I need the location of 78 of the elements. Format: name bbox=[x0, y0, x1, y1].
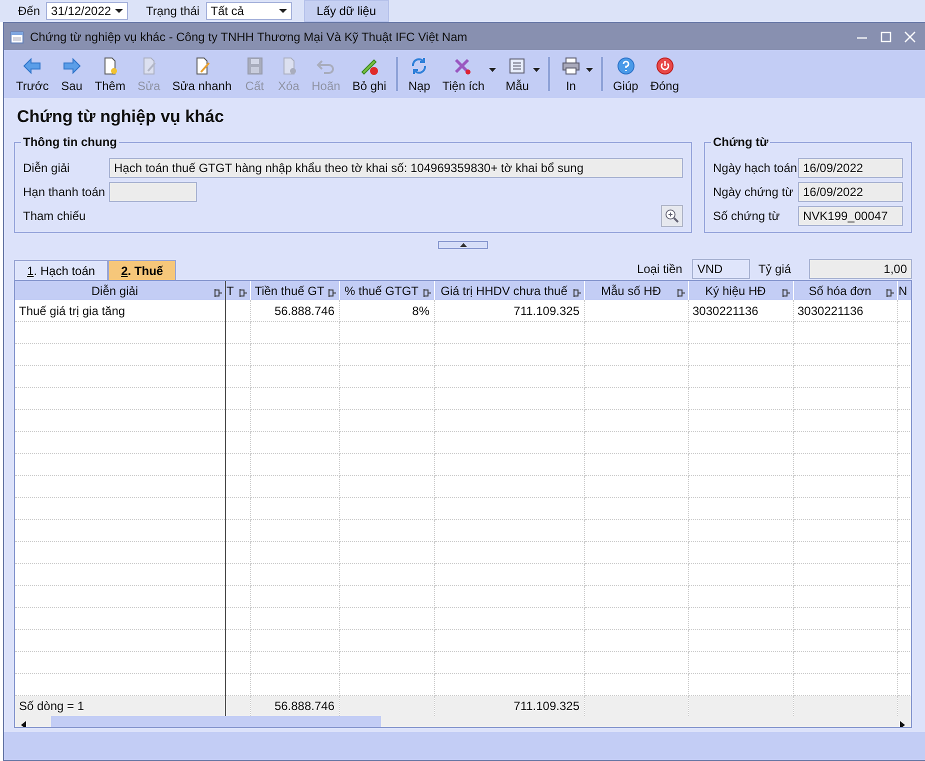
date-dropdown[interactable]: 31/12/2022 bbox=[46, 2, 128, 20]
right-arrow-icon bbox=[60, 56, 83, 76]
pin-icon[interactable] bbox=[676, 288, 684, 296]
left-arrow-icon bbox=[21, 56, 44, 76]
currency-field[interactable]: VND bbox=[692, 259, 750, 279]
row-count: Số dòng = 1 bbox=[15, 696, 225, 716]
pin-icon[interactable] bbox=[422, 288, 430, 296]
pin-icon[interactable] bbox=[214, 288, 222, 296]
help-icon bbox=[614, 56, 637, 76]
field-label: Số chứng từ bbox=[713, 208, 781, 222]
pin-icon[interactable] bbox=[886, 288, 894, 296]
dropdown-arrow-icon[interactable] bbox=[586, 68, 593, 72]
field-label: Ngày hạch toán bbox=[713, 160, 798, 174]
collapse-button[interactable] bbox=[438, 241, 488, 249]
table-cell: 711.109.325 bbox=[434, 300, 584, 322]
caret-icon bbox=[460, 243, 466, 247]
window-title: Chứng từ nghiệp vụ khác - Công ty TNHH Thương Mại Và Kỹ Thuật IFC Việt Nam bbox=[30, 30, 468, 44]
column-header[interactable]: Số hóa đơn bbox=[793, 281, 897, 300]
input-field[interactable]: Hạch toán thuế GTGT hàng nhập khẩu theo tờ khai số: 104969359830+ tờ khai bổ sung bbox=[109, 158, 683, 178]
input-field[interactable]: 16/09/2022 bbox=[798, 182, 903, 202]
column-header[interactable]: Ký hiệu HĐ bbox=[688, 281, 793, 300]
column-header[interactable]: Giá trị HHDV chưa thuế bbox=[434, 281, 584, 300]
summary-cell: 56.888.746 bbox=[250, 696, 339, 716]
toolbar-button[interactable]: Trước bbox=[10, 54, 55, 94]
status-label: Trạng thái bbox=[146, 4, 200, 18]
currency-label: Loại tiền bbox=[636, 262, 682, 276]
table-cell: Thuế giá trị gia tăng bbox=[15, 300, 225, 322]
input-field[interactable]: NVK199_00047 bbox=[798, 206, 903, 226]
toolbar-button[interactable]: Nạp bbox=[402, 54, 436, 94]
column-header[interactable]: T bbox=[225, 281, 250, 300]
table-cell: 8% bbox=[339, 300, 434, 322]
fetch-data-button[interactable]: Lấy dữ liệu bbox=[304, 0, 390, 22]
zoom-in-icon bbox=[664, 208, 680, 224]
toolbar-button[interactable]: Tiện ích bbox=[436, 54, 491, 94]
table-cell: 56.888.746 bbox=[250, 300, 339, 322]
field-label: Diễn giải bbox=[23, 160, 71, 174]
field-label: Ngày chứng từ bbox=[713, 184, 794, 198]
group-title: Chứng từ bbox=[712, 135, 770, 149]
group-title: Thông tin chung bbox=[22, 135, 118, 149]
field-label: Hạn thanh toán bbox=[23, 184, 106, 198]
field-label: Tham chiếu bbox=[23, 208, 87, 222]
toolbar-button[interactable]: Giúp bbox=[606, 54, 644, 94]
toolbar-button[interactable]: Mẫu bbox=[500, 54, 535, 94]
input-field[interactable]: 16/09/2022 bbox=[798, 158, 903, 178]
input-field[interactable] bbox=[109, 182, 197, 202]
dropdown-arrow-icon[interactable] bbox=[532, 68, 540, 72]
toolbar-button[interactable]: Sửa nhanh bbox=[166, 54, 238, 94]
power-icon bbox=[654, 56, 676, 76]
notepad-icon bbox=[10, 30, 24, 44]
maximize-icon[interactable] bbox=[879, 30, 893, 44]
toolbar-button[interactable]: Bỏ ghi bbox=[346, 54, 392, 94]
column-header[interactable]: N bbox=[897, 281, 911, 300]
tab[interactable]: 1. Hạch toán bbox=[14, 260, 108, 280]
table-cell: 3030221136 bbox=[688, 300, 793, 322]
status-dropdown[interactable]: Tất cả bbox=[206, 2, 292, 20]
pin-icon[interactable] bbox=[238, 288, 246, 296]
tab[interactable]: 2. Thuế bbox=[108, 260, 176, 280]
to-label: Đến bbox=[18, 4, 40, 18]
toolbar-button[interactable]: Đóng bbox=[644, 54, 685, 94]
page-title: Chứng từ nghiệp vụ khác bbox=[17, 107, 225, 127]
summary-cell: 711.109.325 bbox=[434, 696, 584, 716]
column-header[interactable]: % thuế GTGT bbox=[339, 281, 434, 300]
rate-label: Tỷ giá bbox=[758, 262, 791, 276]
toolbar-button[interactable]: Sau bbox=[54, 54, 89, 94]
column-header[interactable]: Mẫu số HĐ bbox=[584, 281, 688, 300]
pin-icon[interactable] bbox=[572, 288, 580, 296]
toolbar-button[interactable]: In bbox=[554, 54, 588, 94]
column-header[interactable]: Tiền thuế GT bbox=[250, 281, 339, 300]
rate-field[interactable]: 1,00 bbox=[809, 259, 912, 279]
toolbar-button[interactable]: Thêm bbox=[88, 54, 132, 94]
column-header[interactable]: Diễn giải bbox=[15, 281, 225, 300]
table-cell: 3030221136 bbox=[793, 300, 897, 322]
pin-icon[interactable] bbox=[782, 288, 790, 296]
dropdown-arrow-icon[interactable] bbox=[488, 68, 496, 72]
printer-icon bbox=[560, 56, 582, 76]
zoom-button[interactable] bbox=[661, 204, 683, 226]
pin-icon[interactable] bbox=[328, 288, 336, 296]
close-icon[interactable] bbox=[903, 30, 917, 44]
